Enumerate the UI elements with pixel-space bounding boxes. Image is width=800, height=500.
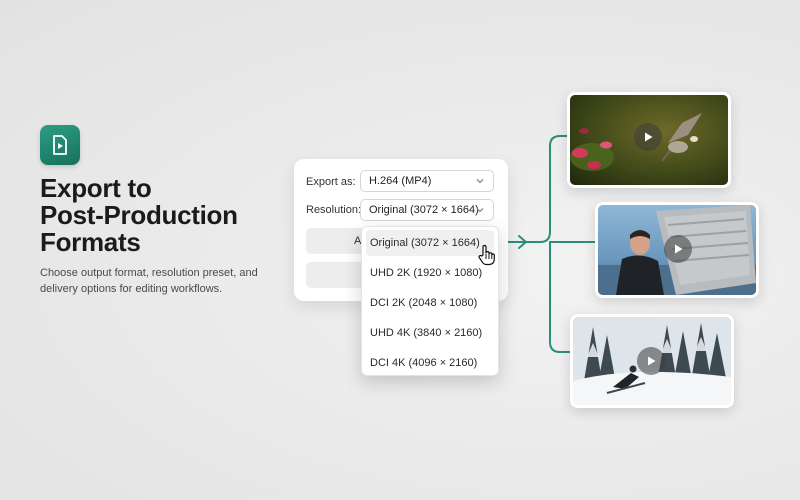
resolution-option-dci-4k[interactable]: DCI 4K (4096 × 2160) bbox=[366, 350, 494, 375]
export-as-label: Export as: bbox=[306, 176, 356, 188]
chevron-down-icon bbox=[476, 208, 484, 213]
play-button[interactable] bbox=[664, 235, 692, 263]
hand-pointer-icon bbox=[478, 244, 495, 266]
play-icon bbox=[645, 132, 653, 142]
play-icon bbox=[675, 244, 683, 254]
chevron-down-icon bbox=[476, 179, 484, 184]
export-format-value: H.264 (MP4) bbox=[369, 175, 432, 187]
resolution-option-dci-2k[interactable]: DCI 2K (2048 × 1080) bbox=[366, 290, 494, 316]
resolution-select[interactable]: Original (3072 × 1664) bbox=[360, 199, 494, 221]
play-icon bbox=[648, 356, 656, 366]
play-button[interactable] bbox=[637, 347, 665, 375]
resolution-value: Original (3072 × 1664) bbox=[369, 204, 479, 216]
video-thumbnail-suitcase[interactable] bbox=[595, 202, 759, 298]
resolution-label: Resolution: bbox=[306, 204, 362, 216]
video-thumbnail-skier[interactable] bbox=[570, 314, 734, 408]
resolution-option-uhd-4k[interactable]: UHD 4K (3840 × 2160) bbox=[366, 320, 494, 346]
play-button[interactable] bbox=[634, 123, 662, 151]
resolution-option-uhd-2k[interactable]: UHD 2K (1920 × 1080) bbox=[366, 260, 494, 286]
resolution-option-original[interactable]: Original (3072 × 1664) bbox=[366, 230, 494, 256]
video-thumbnail-hummingbird[interactable] bbox=[567, 92, 731, 188]
export-format-select[interactable]: H.264 (MP4) bbox=[360, 170, 494, 192]
